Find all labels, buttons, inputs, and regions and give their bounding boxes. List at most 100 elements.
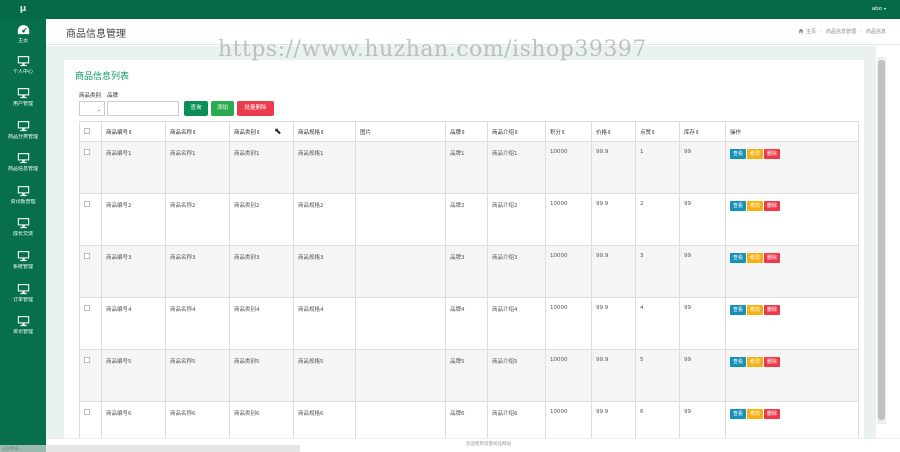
home-icon xyxy=(798,28,804,34)
monitor-icon xyxy=(17,55,30,67)
sidebar-item-0[interactable]: 主页 xyxy=(0,24,46,56)
edit-button[interactable]: 修改 xyxy=(747,253,764,263)
table-cell: 品牌6 xyxy=(445,401,488,440)
table-cell: 10000 xyxy=(545,401,592,440)
column-header[interactable]: 价格⇕ xyxy=(591,121,636,142)
sidebar-item-8[interactable]: 订单管理 xyxy=(0,283,46,315)
table-cell xyxy=(355,297,446,350)
row-checkbox[interactable] xyxy=(84,305,90,311)
column-header[interactable]: 商品规格⇕ xyxy=(293,121,356,142)
add-button[interactable]: 添加 xyxy=(211,101,234,116)
column-header[interactable]: 商品名称⇕ xyxy=(165,121,230,142)
brand-input[interactable] xyxy=(107,101,179,116)
breadcrumb-section[interactable]: 商品信息管理 xyxy=(826,29,856,35)
footer-text: 欢迎使用母婴商品网站 xyxy=(466,442,511,447)
bulk-delete-button[interactable]: 批量删除 xyxy=(237,101,274,116)
table-cell: 10000 xyxy=(545,141,592,194)
user-name: abo xyxy=(871,6,882,12)
row-checkbox[interactable] xyxy=(84,357,90,363)
edit-button[interactable]: 修改 xyxy=(747,149,764,159)
sidebar-item-7[interactable]: 系统管理 xyxy=(0,250,46,282)
edit-button[interactable]: 修改 xyxy=(747,305,764,315)
column-header[interactable]: 商品类别⇕ xyxy=(229,121,294,142)
column-header[interactable]: 积分⇕ xyxy=(545,121,592,142)
actions-cell: 查看 修改 删除 xyxy=(725,193,859,246)
table-cell: 99 xyxy=(679,193,726,246)
sidebar-item-3[interactable]: 商品分类管理 xyxy=(0,120,46,152)
row-select-cell xyxy=(79,349,102,402)
view-button[interactable]: 查看 xyxy=(730,201,747,211)
view-button[interactable]: 查看 xyxy=(730,357,747,367)
table-cell xyxy=(355,193,446,246)
sidebar-item-6[interactable]: 成长交流 xyxy=(0,217,46,249)
view-button[interactable]: 查看 xyxy=(730,253,747,263)
table-cell: 商品规格4 xyxy=(293,297,356,350)
delete-button[interactable]: 删除 xyxy=(764,409,781,419)
column-header[interactable]: 商品编号⇕ xyxy=(101,121,166,142)
query-button[interactable]: 查询 xyxy=(184,101,208,116)
breadcrumb-current: 商品信息 xyxy=(865,29,886,35)
view-button[interactable]: 查看 xyxy=(730,305,747,315)
user-menu[interactable]: abo ▾ xyxy=(872,0,886,19)
view-button[interactable]: 查看 xyxy=(730,149,747,159)
sidebar-item-label: 订单管理 xyxy=(12,297,33,303)
delete-button[interactable]: 删除 xyxy=(764,201,781,211)
table-cell: 3 xyxy=(635,245,680,298)
brand-filter-label: 品牌 xyxy=(107,93,119,99)
row-select-cell xyxy=(79,401,102,440)
sidebar-item-2[interactable]: 用户管理 xyxy=(0,87,46,119)
table-cell: 商品类别1 xyxy=(229,141,294,194)
table-cell: 99.9 xyxy=(591,401,636,440)
column-header: 图片 xyxy=(355,121,446,142)
table-cell: 商品名称4 xyxy=(165,297,230,350)
table-cell: 品牌5 xyxy=(445,349,488,402)
monitor-icon xyxy=(17,185,30,197)
delete-button[interactable]: 删除 xyxy=(764,357,781,367)
sidebar-item-1[interactable]: 个人中心 xyxy=(0,55,46,87)
vertical-scrollbar[interactable] xyxy=(877,57,886,424)
column-header[interactable]: 点赞⇕ xyxy=(635,121,680,142)
column-header[interactable]: 品牌⇕ xyxy=(445,121,488,142)
sidebar-item-5[interactable]: 资讯板管理 xyxy=(0,185,46,217)
monitor-icon xyxy=(17,120,30,132)
breadcrumb-home[interactable]: 主页 xyxy=(806,29,816,35)
edit-button[interactable]: 修改 xyxy=(747,409,764,419)
table-row: 商品编号6 商品名称6 商品类别6 商品规格6 品牌6 商品介绍6 10000 99.9 6 99… xyxy=(79,401,859,440)
row-checkbox[interactable] xyxy=(84,201,90,207)
row-checkbox[interactable] xyxy=(84,409,90,415)
table-cell: 商品介绍2 xyxy=(487,193,546,246)
sidebar-item-9[interactable]: 资讯管理 xyxy=(0,315,46,347)
table-cell: 商品类别2 xyxy=(229,193,294,246)
delete-button[interactable]: 删除 xyxy=(764,305,781,315)
table-cell: 商品编号3 xyxy=(101,245,166,298)
dashboard-icon xyxy=(17,24,30,36)
row-select-cell xyxy=(79,193,102,246)
row-select-cell xyxy=(79,297,102,350)
delete-button[interactable]: 删除 xyxy=(764,149,781,159)
column-header[interactable]: 商品介绍⇕ xyxy=(487,121,546,142)
select-all-checkbox[interactable] xyxy=(84,127,90,134)
table-cell: 商品规格5 xyxy=(293,349,356,402)
table-cell: 99.9 xyxy=(591,193,636,246)
table-cell: 99.9 xyxy=(591,141,636,194)
actions-cell: 查看 修改 删除 xyxy=(725,349,859,402)
category-select[interactable]: ⌄ xyxy=(79,101,105,116)
monitor-icon xyxy=(17,87,30,99)
sidebar-item-label: 系统管理 xyxy=(12,264,33,270)
app-logo: μ xyxy=(19,4,27,14)
table-cell: 99 xyxy=(679,297,726,350)
view-button[interactable]: 查看 xyxy=(730,409,747,419)
table-cell: 99.9 xyxy=(591,245,636,298)
product-list-card: 商品信息列表 商品类别 品牌 ⌄ 查询 添加 批量删除 商品编号⇕ 商品名称⇕ 商品… xyxy=(64,60,864,440)
row-checkbox[interactable] xyxy=(84,149,90,155)
table-row: 商品编号4 商品名称4 商品类别4 商品规格4 品牌4 商品介绍4 10000 99.9 4 99… xyxy=(79,297,859,350)
edit-button[interactable]: 修改 xyxy=(747,201,764,211)
table-row: 商品编号5 商品名称5 商品类别5 商品规格5 品牌5 商品介绍5 10000 99.9 5 99… xyxy=(79,349,859,402)
row-checkbox[interactable] xyxy=(84,253,90,259)
scrollbar-thumb[interactable] xyxy=(878,60,885,420)
delete-button[interactable]: 删除 xyxy=(764,253,781,263)
column-header[interactable]: 库存⇕ xyxy=(679,121,726,142)
edit-button[interactable]: 修改 xyxy=(747,357,764,367)
actions-cell: 查看 修改 删除 xyxy=(725,245,859,298)
sidebar-item-4[interactable]: 商品信息管理 xyxy=(0,152,46,184)
